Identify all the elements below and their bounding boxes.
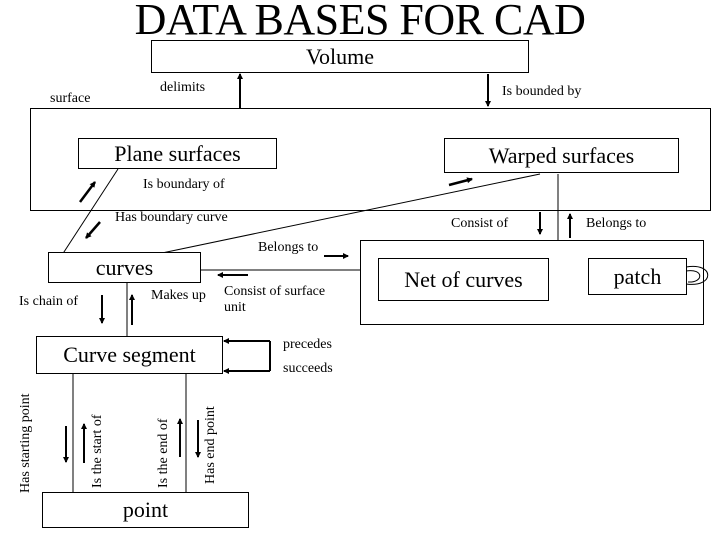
curve-segment-label: Curve segment bbox=[63, 342, 196, 367]
is-the-start-of-label: Is the start of bbox=[90, 414, 105, 488]
precedes-label: precedes bbox=[283, 337, 332, 352]
curves-label: curves bbox=[95, 254, 154, 280]
surface-group-label: surface bbox=[50, 91, 91, 106]
curve-segment-node: Curve segment bbox=[36, 336, 223, 374]
warped-surfaces-label: Warped surfaces bbox=[488, 142, 635, 168]
has-boundary-curve-arrow bbox=[85, 221, 101, 239]
consist-of-surface-unit-label: Consist of surface unit bbox=[224, 284, 344, 316]
succeeds-label: succeeds bbox=[283, 361, 333, 376]
page-title: DATA BASES FOR CAD bbox=[134, 0, 586, 44]
belongs-to-patch-label: Belongs to bbox=[586, 216, 647, 231]
volume-label: Volume bbox=[305, 43, 375, 69]
has-starting-point-label: Has starting point bbox=[18, 393, 33, 493]
belongs-to-net-label: Belongs to bbox=[258, 240, 319, 255]
delimits-label: delimits bbox=[160, 80, 206, 95]
is-bounded-by-label: Is bounded by bbox=[502, 84, 582, 99]
has-end-point-label: Has end point bbox=[203, 406, 218, 484]
patch-node: patch bbox=[588, 258, 687, 295]
net-of-curves-label: Net of curves bbox=[404, 266, 523, 292]
volume-node: Volume bbox=[151, 40, 529, 73]
point-label: point bbox=[122, 497, 169, 522]
plane-surfaces-label: Plane surfaces bbox=[114, 140, 241, 166]
plane-surfaces-node: Plane surfaces bbox=[78, 138, 277, 169]
patch-label: patch bbox=[613, 263, 662, 289]
makes-up-label: Makes up bbox=[151, 288, 206, 303]
point-node: point bbox=[42, 492, 249, 528]
consist-of-surface-unit-text: Consist of surface unit bbox=[224, 284, 326, 315]
consist-of-label: Consist of bbox=[451, 216, 509, 231]
curves-node: curves bbox=[48, 252, 201, 283]
warped-surfaces-node: Warped surfaces bbox=[444, 138, 679, 173]
net-of-curves-node: Net of curves bbox=[378, 258, 549, 301]
is-chain-of-label: Is chain of bbox=[19, 294, 79, 309]
has-boundary-curve-label: Has boundary curve bbox=[115, 210, 228, 225]
is-the-end-of-label: Is the end of bbox=[156, 418, 171, 488]
is-boundary-of-label: Is boundary of bbox=[143, 177, 225, 192]
